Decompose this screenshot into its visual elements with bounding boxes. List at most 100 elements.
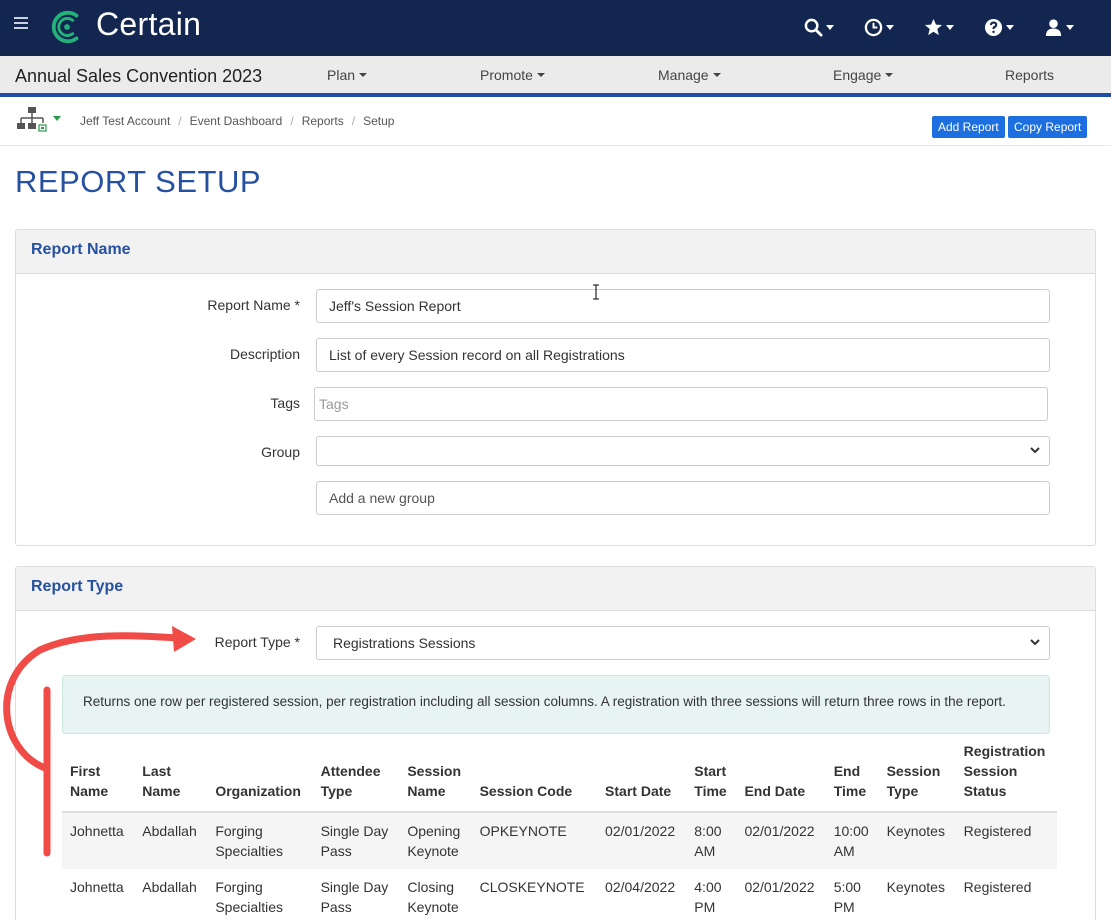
nav-promote-label: Promote	[480, 67, 533, 83]
cell-text-line: Session	[407, 763, 462, 779]
column-header: End Time	[825, 741, 879, 813]
nav-plan-label: Plan	[327, 67, 356, 83]
chevron-down-icon	[1030, 447, 1040, 454]
report-name-input[interactable]: Jeff's Session Report	[316, 289, 1050, 323]
table-cell: Single Day Pass	[312, 812, 400, 869]
report-type-label: Report Type *	[215, 634, 300, 650]
chevron-down-icon[interactable]	[53, 116, 61, 121]
cell-text-line: Closing	[407, 879, 455, 895]
table-cell: 8:00 AM	[686, 812, 737, 869]
cell-text-line: Single Day	[320, 823, 389, 839]
required-marker: *	[294, 297, 300, 313]
cell-text-line: Organization	[215, 783, 301, 799]
cell-text-line: Name	[407, 783, 446, 799]
cell-text-line: Type	[886, 783, 919, 799]
chevron-down-icon	[946, 24, 954, 30]
clock-icon	[864, 18, 883, 36]
user-menu-button[interactable]	[1029, 14, 1089, 40]
table-cell: OPKEYNOTE	[471, 812, 598, 869]
certain-logo-icon[interactable]	[48, 8, 86, 46]
search-icon	[804, 18, 823, 37]
nav-reports[interactable]: Reports	[1005, 67, 1054, 83]
chevron-down-icon	[886, 24, 894, 30]
annotation-arrow-icon	[3, 626, 196, 857]
favorites-menu-button[interactable]	[909, 14, 969, 40]
description-label: Description	[229, 346, 300, 362]
nav-manage-label: Manage	[658, 67, 709, 83]
breadcrumb-event-dashboard[interactable]: Event Dashboard	[190, 114, 283, 128]
report-name-panel-title: Report Name	[16, 230, 1095, 274]
user-icon	[1045, 18, 1062, 36]
nav-promote[interactable]: Promote	[480, 67, 545, 83]
hamburger-menu-icon[interactable]	[14, 17, 28, 29]
cell-text-line: Pass	[320, 843, 352, 859]
table-cell: 02/01/2022	[736, 812, 826, 869]
cell-text-line: Registration	[963, 743, 1046, 759]
column-header: Registration Session Status	[955, 741, 1057, 813]
nav-engage-label: Engage	[833, 67, 882, 83]
cell-text-line: 5:00	[833, 879, 861, 895]
table-row: Johnetta Abdallah Forging Specialties Single…	[62, 869, 1057, 920]
cell-text-line: 4:00	[694, 879, 722, 895]
cell-text-line: Status	[963, 783, 1007, 799]
cell-text-line: End Date	[744, 783, 806, 799]
brand-name[interactable]: Certain	[96, 6, 201, 43]
table-cell: Forging Specialties	[207, 812, 313, 869]
breadcrumb-reports[interactable]: Reports	[302, 114, 344, 128]
add-report-button[interactable]: Add Report	[932, 116, 1005, 138]
nav-manage[interactable]: Manage	[658, 67, 721, 83]
recent-menu-button[interactable]	[849, 14, 909, 40]
chevron-down-icon	[1030, 639, 1040, 646]
column-header: Session Name	[399, 741, 472, 813]
search-menu-button[interactable]	[789, 14, 849, 40]
table-cell: 5:00 PM	[826, 869, 879, 920]
table-cell: 10:00 AM	[825, 812, 879, 869]
chevron-down-icon	[885, 73, 894, 77]
report-type-label-text: Report Type	[214, 634, 291, 650]
cell-text-line: Forging	[215, 823, 263, 839]
cell-text-line: Single Day	[320, 879, 389, 895]
table-cell: Abdallah	[142, 879, 197, 895]
column-header: Organization	[207, 741, 313, 813]
cell-text-line: AM	[833, 843, 855, 859]
column-header: Start Time	[686, 741, 737, 813]
column-header: Session Code	[471, 741, 598, 813]
help-menu-button[interactable]	[969, 14, 1029, 40]
event-nav-bar: Annual Sales Convention 2023 Plan Promot…	[0, 56, 1111, 97]
breadcrumb-separator: /	[178, 114, 182, 128]
report-name-label-text: Report Name	[207, 297, 291, 313]
table-cell: Opening Keynote	[399, 812, 472, 869]
chevron-down-icon	[536, 73, 545, 77]
column-header: Attendee Type	[312, 741, 400, 813]
column-header: Session Type	[878, 741, 956, 813]
cell-text-line: PM	[694, 899, 716, 915]
nav-engage[interactable]: Engage	[833, 67, 894, 83]
copy-report-button[interactable]: Copy Report	[1008, 116, 1088, 138]
group-select[interactable]	[316, 436, 1050, 466]
top-bar: Certain	[0, 0, 1111, 56]
cell-text-line: Keynote	[407, 843, 459, 859]
tags-input[interactable]: Tags	[314, 387, 1048, 421]
column-header: Start Date	[597, 741, 687, 813]
table-cell: Registered	[963, 879, 1032, 895]
report-type-select-value: Registrations Sessions	[333, 635, 476, 651]
star-icon	[924, 18, 943, 35]
cell-text-line: Specialties	[215, 899, 284, 915]
description-input[interactable]: List of every Session record on all Regi…	[316, 338, 1050, 372]
event-title[interactable]: Annual Sales Convention 2023	[15, 66, 262, 87]
breadcrumb-setup: Setup	[363, 114, 395, 128]
breadcrumb-account[interactable]: Jeff Test Account	[80, 114, 170, 128]
add-group-input[interactable]: Add a new group	[316, 481, 1050, 515]
table-cell: Registered	[955, 812, 1057, 869]
breadcrumb-bar: Jeff Test Account / Event Dashboard / Re…	[0, 100, 1111, 146]
chevron-down-icon	[1006, 24, 1014, 30]
nav-plan[interactable]: Plan	[327, 67, 368, 83]
table-cell: Keynotes	[886, 879, 945, 895]
sitemap-icon[interactable]	[17, 106, 47, 132]
page-title: REPORT SETUP	[15, 164, 262, 199]
report-name-panel: Report Name Report Name * Jeff's Session…	[15, 229, 1096, 546]
cell-text-line: Keynote	[407, 899, 459, 915]
report-type-panel-title: Report Type	[16, 567, 1095, 611]
cell-text-line: Session Code	[479, 783, 573, 799]
report-type-select[interactable]: Registrations Sessions	[316, 626, 1050, 660]
